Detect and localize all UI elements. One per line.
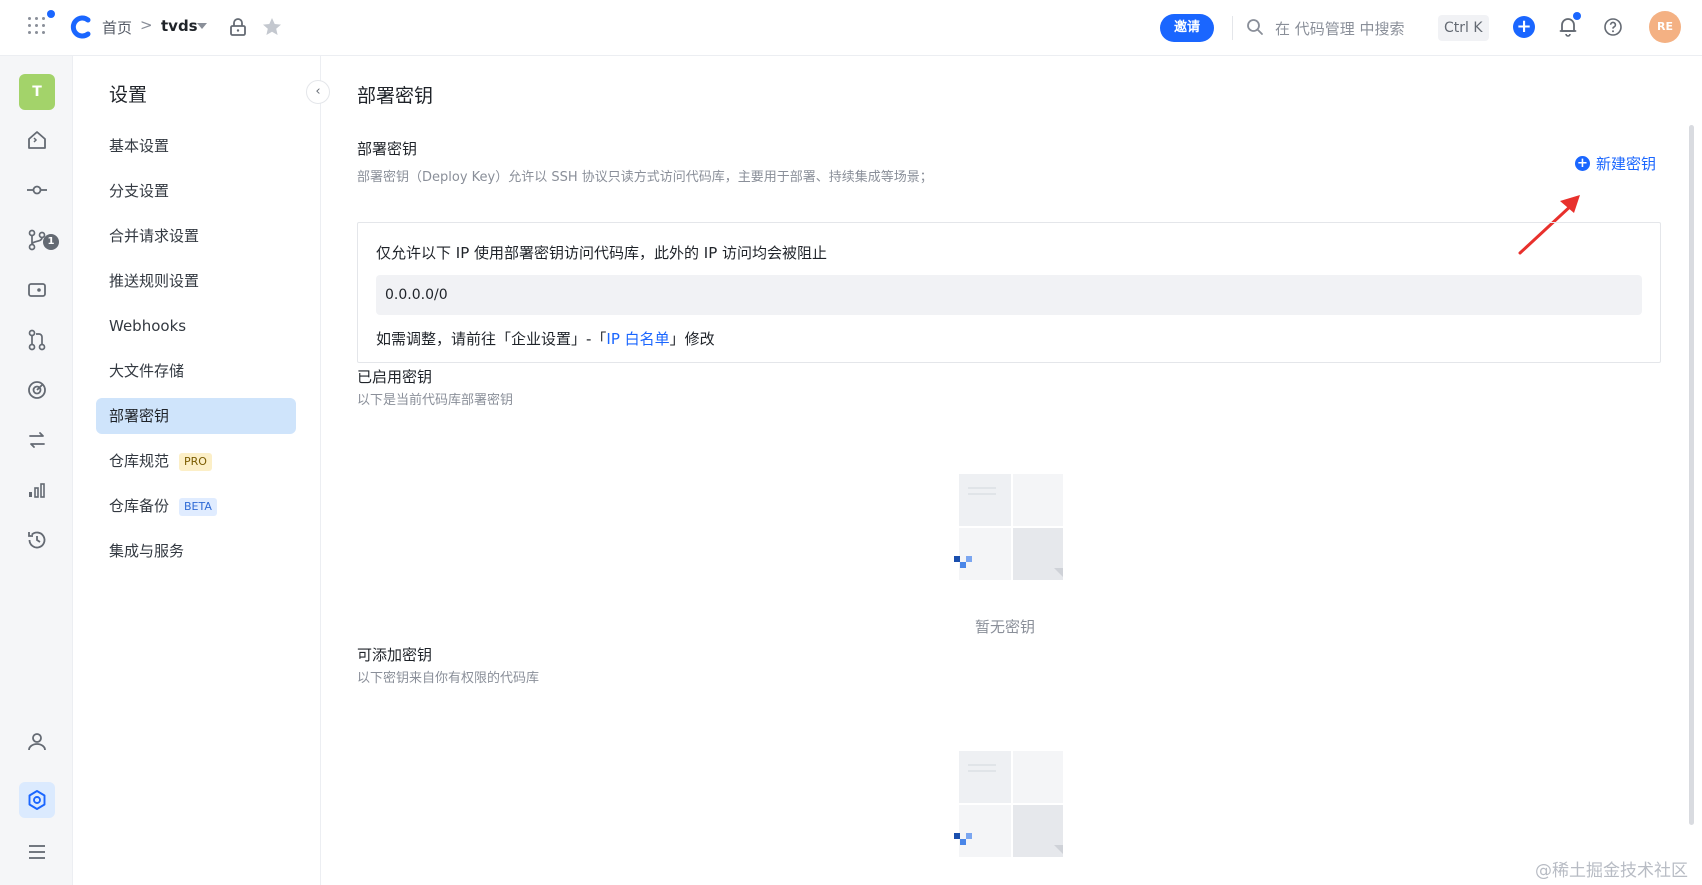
merge-request-icon[interactable]	[25, 328, 49, 352]
sidebar-item-label: 仓库规范	[109, 452, 170, 470]
divider	[1232, 16, 1233, 40]
sync-icon[interactable]	[25, 428, 49, 452]
sidebar-item-label: 推送规则设置	[109, 272, 200, 290]
page-title: 部署密钥	[357, 85, 434, 107]
sidebar-item-label: 部署密钥	[109, 407, 170, 425]
codeup-logo-icon[interactable]	[68, 14, 94, 40]
empty-state-text: 暂无密钥	[975, 618, 1036, 636]
beta-badge: BETA	[179, 497, 217, 516]
breadcrumb-repo[interactable]: tvds	[161, 17, 198, 35]
main-content: 部署密钥 部署密钥 部署密钥（Deploy Key）允许以 SSH 协议只读方式…	[322, 56, 1692, 885]
ip-box-heading: 仅允许以下 IP 使用部署密钥访问代码库，此外的 IP 访问均会被阻止	[376, 244, 828, 262]
enabled-keys-desc: 以下是当前代码库部署密钥	[357, 393, 514, 408]
sidebar-item-push-rules[interactable]: 推送规则设置	[96, 263, 296, 299]
chevron-down-icon[interactable]	[197, 23, 207, 29]
create-plus-icon[interactable]: +	[1513, 16, 1535, 38]
sidebar-item-merge-request[interactable]: 合并请求设置	[96, 218, 296, 254]
apps-grid-icon[interactable]	[28, 17, 48, 37]
ip-whitelist-box: 仅允许以下 IP 使用部署密钥访问代码库，此外的 IP 访问均会被阻止 0.0.…	[357, 222, 1661, 363]
repo-avatar[interactable]: T	[19, 74, 55, 110]
menu-collapse-icon[interactable]	[25, 840, 49, 864]
sidebar-item-lfs[interactable]: 大文件存储	[96, 353, 296, 389]
search-icon[interactable]	[1245, 17, 1265, 37]
sidebar-item-label: 基本设置	[109, 137, 170, 155]
sidebar-item-label: 分支设置	[109, 182, 170, 200]
invite-button[interactable]: 邀请	[1160, 14, 1214, 42]
user-avatar[interactable]: RE	[1649, 11, 1681, 43]
empty-state-icon	[954, 474, 1063, 580]
top-bar: 首页 > tvds 邀请 在 代码管理 中搜索 Ctrl K + RE	[0, 0, 1702, 56]
addable-keys-desc: 以下密钥来自你有权限的代码库	[357, 671, 540, 686]
sidebar-title: 设置	[109, 84, 148, 106]
empty-state-icon	[954, 751, 1063, 857]
ip-whitelist-link[interactable]: IP 白名单	[606, 330, 669, 348]
sidebar-item-branch[interactable]: 分支设置	[96, 173, 296, 209]
home-icon[interactable]	[25, 128, 49, 152]
ip-note-suffix: 」修改	[669, 330, 715, 348]
section-description: 部署密钥（Deploy Key）允许以 SSH 协议只读方式访问代码库，主要用于…	[357, 170, 933, 185]
breadcrumb-home[interactable]: 首页	[102, 17, 132, 38]
notification-dot	[47, 10, 55, 18]
new-key-button[interactable]: + 新建密钥	[1575, 152, 1656, 174]
pipeline-icon[interactable]	[25, 378, 49, 402]
history-icon[interactable]	[25, 528, 49, 552]
ip-box-note: 如需调整，请前往「企业设置」-「IP 白名单」修改	[376, 328, 715, 349]
section-title: 部署密钥	[357, 140, 418, 158]
new-key-label: 新建密钥	[1596, 154, 1657, 173]
ip-value-field: 0.0.0.0/0	[376, 275, 1642, 315]
sidebar-item-label: 合并请求设置	[109, 227, 200, 245]
breadcrumb-separator: >	[140, 16, 153, 34]
sidebar-item-basic[interactable]: 基本设置	[96, 128, 296, 164]
stats-icon[interactable]	[25, 478, 49, 502]
notification-dot	[1573, 12, 1581, 20]
sidebar-item-label: 集成与服务	[109, 542, 185, 560]
pro-badge: PRO	[179, 452, 212, 471]
vertical-scrollbar[interactable]	[1689, 125, 1694, 825]
branch-count-badge: 1	[43, 234, 59, 250]
lock-icon	[230, 18, 246, 36]
sidebar-item-repo-standards[interactable]: 仓库规范 PRO	[96, 443, 296, 479]
settings-sidebar: 设置 ‹ 基本设置 分支设置 合并请求设置 推送规则设置 Webhooks 大文…	[73, 56, 330, 885]
search-input[interactable]: 在 代码管理 中搜索	[1275, 18, 1405, 39]
sidebar-item-label: Webhooks	[109, 317, 187, 335]
sidebar-item-label: 仓库备份	[109, 497, 170, 515]
plus-circle-icon: +	[1575, 155, 1590, 171]
enabled-keys-title: 已启用密钥	[357, 368, 433, 386]
sidebar-item-deploy-keys[interactable]: 部署密钥	[96, 398, 296, 434]
commit-icon[interactable]	[25, 178, 49, 202]
ip-note-prefix: 如需调整，请前往「企业设置」-「	[376, 330, 607, 348]
settings-icon[interactable]	[25, 788, 49, 812]
sidebar-item-integrations[interactable]: 集成与服务	[96, 533, 296, 569]
tag-icon[interactable]	[25, 278, 49, 302]
user-icon[interactable]	[25, 730, 49, 754]
sidebar-item-repo-backup[interactable]: 仓库备份 BETA	[96, 488, 296, 524]
shortcut-hint: Ctrl K	[1438, 15, 1489, 41]
addable-keys-title: 可添加密钥	[357, 646, 433, 664]
sidebar-item-label: 大文件存储	[109, 362, 185, 380]
sidebar-item-webhooks[interactable]: Webhooks	[96, 308, 296, 344]
help-icon[interactable]	[1602, 16, 1624, 38]
star-icon[interactable]	[261, 16, 283, 38]
watermark: @稀土掘金技术社区	[1535, 861, 1688, 881]
